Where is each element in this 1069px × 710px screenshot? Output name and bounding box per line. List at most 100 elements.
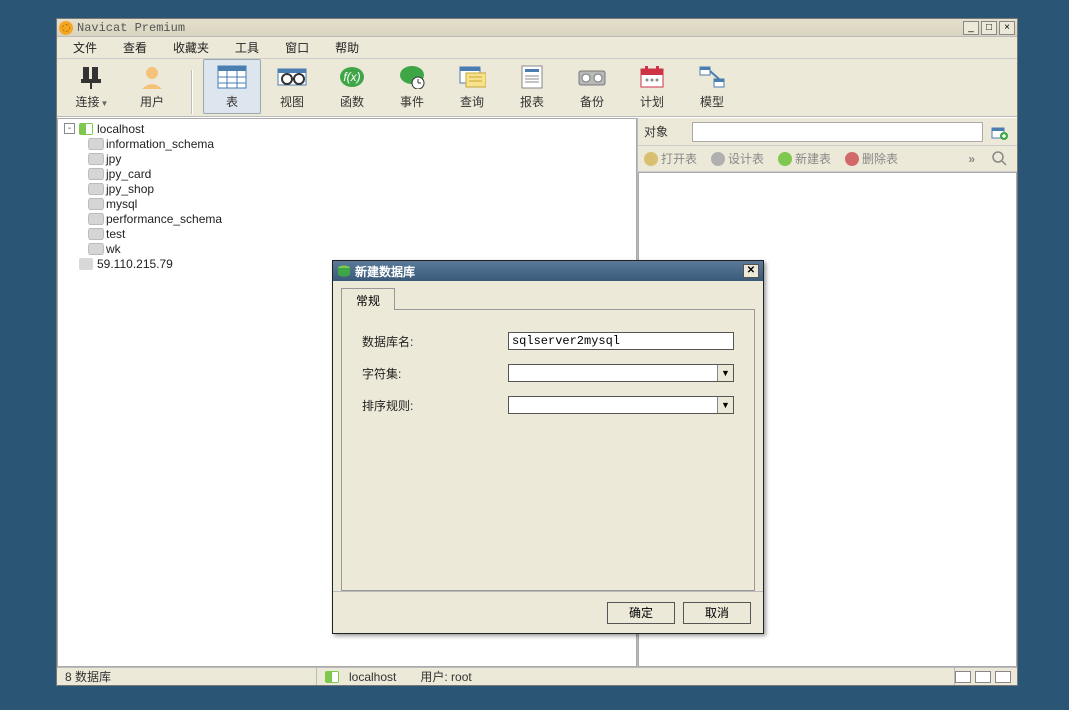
open-table-button[interactable]: 打开表 xyxy=(644,150,697,167)
design-icon xyxy=(711,152,725,166)
user-label: 用户 xyxy=(140,93,164,110)
title-text: Navicat Premium xyxy=(77,21,185,35)
host-label: localhost xyxy=(97,122,144,136)
delete-icon xyxy=(845,152,859,166)
user-button[interactable]: 用户 xyxy=(123,59,181,114)
report-button[interactable]: 报表 xyxy=(503,59,561,114)
view-grid-button[interactable] xyxy=(955,671,971,683)
close-button[interactable]: × xyxy=(999,21,1015,35)
tree-db[interactable]: wk xyxy=(58,241,636,256)
menu-favorites[interactable]: 收藏夹 xyxy=(161,37,221,58)
status-user: 用户: root xyxy=(420,668,471,685)
view-label: 视图 xyxy=(280,93,304,110)
charset-value xyxy=(509,365,717,381)
database-icon xyxy=(88,138,102,150)
design-table-button[interactable]: 设计表 xyxy=(711,150,764,167)
tree-db[interactable]: jpy_card xyxy=(58,166,636,181)
tree-db[interactable]: test xyxy=(58,226,636,241)
menu-window[interactable]: 窗口 xyxy=(273,37,321,58)
expander-icon[interactable]: - xyxy=(64,123,75,134)
app-icon xyxy=(59,21,73,35)
view-button[interactable]: 视图 xyxy=(263,59,321,114)
db-name-label: 数据库名: xyxy=(362,333,508,350)
database-icon xyxy=(88,198,102,210)
minimize-button[interactable]: _ xyxy=(963,21,979,35)
table-button[interactable]: 表 xyxy=(203,59,261,114)
tree-host[interactable]: - localhost xyxy=(58,121,636,136)
status-db-count: 8 数据库 xyxy=(57,668,317,685)
event-icon xyxy=(397,63,427,91)
toolbar-separator xyxy=(191,70,193,114)
model-button[interactable]: 模型 xyxy=(683,59,741,114)
view-icon xyxy=(277,63,307,91)
function-button[interactable]: f(x) 函数 xyxy=(323,59,381,114)
chevron-down-icon[interactable]: ▼ xyxy=(717,397,733,413)
new-database-dialog: 新建数据库 ✕ 常规 数据库名: 字符集: ▼ 排序规则: ▼ xyxy=(332,260,764,634)
event-label: 事件 xyxy=(400,93,424,110)
collation-label: 排序规则: xyxy=(362,397,508,414)
menu-file[interactable]: 文件 xyxy=(61,37,109,58)
maximize-button[interactable]: □ xyxy=(981,21,997,35)
model-label: 模型 xyxy=(700,93,724,110)
host-icon xyxy=(79,123,93,135)
model-icon xyxy=(697,63,727,91)
status-host: localhost xyxy=(349,670,396,684)
query-label: 查询 xyxy=(460,93,484,110)
schedule-label: 计划 xyxy=(640,93,664,110)
tree-db[interactable]: performance_schema xyxy=(58,211,636,226)
search-icon[interactable] xyxy=(989,149,1011,169)
view-list-button[interactable] xyxy=(975,671,991,683)
dialog-tabpage: 数据库名: 字符集: ▼ 排序规则: ▼ xyxy=(341,309,755,591)
database-icon xyxy=(88,183,102,195)
ok-button[interactable]: 确定 xyxy=(607,602,675,624)
delete-table-button[interactable]: 删除表 xyxy=(845,150,898,167)
object-filter-input[interactable] xyxy=(692,122,983,142)
charset-label: 字符集: xyxy=(362,365,508,382)
dialog-titlebar[interactable]: 新建数据库 ✕ xyxy=(333,261,763,281)
tree-db[interactable]: jpy xyxy=(58,151,636,166)
plug-icon xyxy=(77,63,107,91)
database-icon xyxy=(88,213,102,225)
backup-label: 备份 xyxy=(580,93,604,110)
host-icon-offline xyxy=(79,258,93,270)
tree-db[interactable]: mysql xyxy=(58,196,636,211)
tree-db[interactable]: information_schema xyxy=(58,136,636,151)
db-name-input[interactable] xyxy=(508,332,734,350)
view-mode-buttons xyxy=(955,671,1017,683)
view-detail-button[interactable] xyxy=(995,671,1011,683)
function-label: 函数 xyxy=(340,93,364,110)
cancel-button[interactable]: 取消 xyxy=(683,602,751,624)
dialog-close-button[interactable]: ✕ xyxy=(743,264,759,278)
connect-button[interactable]: 连接▼ xyxy=(63,59,121,114)
chevron-down-icon[interactable]: ▼ xyxy=(717,365,733,381)
query-icon xyxy=(457,63,487,91)
titlebar[interactable]: Navicat Premium _ □ × xyxy=(57,19,1017,37)
schedule-button[interactable]: 计划 xyxy=(623,59,681,114)
add-object-icon[interactable] xyxy=(989,122,1011,142)
menu-tools[interactable]: 工具 xyxy=(223,37,271,58)
dialog-title-text: 新建数据库 xyxy=(355,263,415,280)
table-actions-row: 打开表 设计表 新建表 删除表 » xyxy=(638,146,1017,172)
function-icon: f(x) xyxy=(337,63,367,91)
statusbar: 8 数据库 localhost 用户: root xyxy=(57,667,1017,685)
object-label: 对象 xyxy=(644,123,686,140)
database-icon xyxy=(88,243,102,255)
query-button[interactable]: 查询 xyxy=(443,59,501,114)
collation-combo[interactable]: ▼ xyxy=(508,396,734,414)
status-connection: localhost 用户: root xyxy=(317,668,955,685)
more-actions-button[interactable]: » xyxy=(968,152,975,166)
database-icon xyxy=(88,153,102,165)
remote-host-label: 59.110.215.79 xyxy=(97,257,173,271)
charset-combo[interactable]: ▼ xyxy=(508,364,734,382)
tab-general[interactable]: 常规 xyxy=(341,288,395,310)
backup-button[interactable]: 备份 xyxy=(563,59,621,114)
event-button[interactable]: 事件 xyxy=(383,59,441,114)
menu-view[interactable]: 查看 xyxy=(111,37,159,58)
tree-db[interactable]: jpy_shop xyxy=(58,181,636,196)
dialog-tabstrip: 常规 xyxy=(341,287,755,309)
menu-help[interactable]: 帮助 xyxy=(323,37,371,58)
svg-text:f(x): f(x) xyxy=(343,70,360,84)
toolbar: 连接▼ 用户 表 视图 f(x) 函数 事件 查询 报表 xyxy=(57,59,1017,117)
new-table-button[interactable]: 新建表 xyxy=(778,150,831,167)
report-label: 报表 xyxy=(520,93,544,110)
